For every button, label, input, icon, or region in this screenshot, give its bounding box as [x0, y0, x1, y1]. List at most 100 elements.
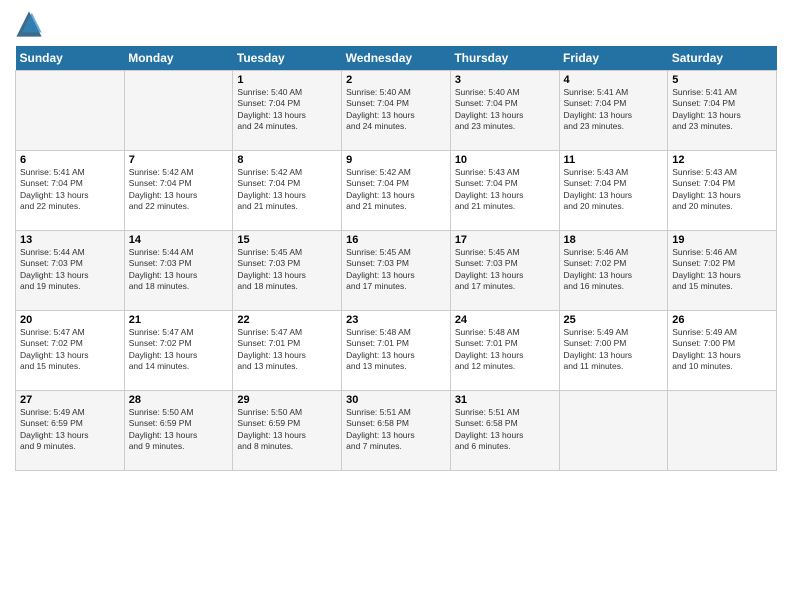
calendar-cell: 2Sunrise: 5:40 AM Sunset: 7:04 PM Daylig… — [342, 71, 451, 151]
header-row: SundayMondayTuesdayWednesdayThursdayFrid… — [16, 46, 777, 71]
day-number: 15 — [237, 234, 337, 246]
day-info: Sunrise: 5:41 AM Sunset: 7:04 PM Dayligh… — [564, 87, 664, 133]
day-info: Sunrise: 5:47 AM Sunset: 7:01 PM Dayligh… — [237, 327, 337, 373]
calendar-cell — [668, 391, 777, 471]
calendar-cell: 18Sunrise: 5:46 AM Sunset: 7:02 PM Dayli… — [559, 231, 668, 311]
day-number: 2 — [346, 74, 446, 86]
calendar-cell: 14Sunrise: 5:44 AM Sunset: 7:03 PM Dayli… — [124, 231, 233, 311]
calendar-cell: 10Sunrise: 5:43 AM Sunset: 7:04 PM Dayli… — [450, 151, 559, 231]
logo — [15, 10, 47, 38]
day-number: 1 — [237, 74, 337, 86]
day-number: 8 — [237, 154, 337, 166]
main-container: SundayMondayTuesdayWednesdayThursdayFrid… — [0, 0, 792, 481]
calendar-cell: 15Sunrise: 5:45 AM Sunset: 7:03 PM Dayli… — [233, 231, 342, 311]
day-info: Sunrise: 5:42 AM Sunset: 7:04 PM Dayligh… — [346, 167, 446, 213]
day-info: Sunrise: 5:43 AM Sunset: 7:04 PM Dayligh… — [564, 167, 664, 213]
day-number: 9 — [346, 154, 446, 166]
day-number: 14 — [129, 234, 229, 246]
calendar-cell: 9Sunrise: 5:42 AM Sunset: 7:04 PM Daylig… — [342, 151, 451, 231]
calendar-cell: 25Sunrise: 5:49 AM Sunset: 7:00 PM Dayli… — [559, 311, 668, 391]
calendar-cell: 5Sunrise: 5:41 AM Sunset: 7:04 PM Daylig… — [668, 71, 777, 151]
calendar-cell: 11Sunrise: 5:43 AM Sunset: 7:04 PM Dayli… — [559, 151, 668, 231]
day-info: Sunrise: 5:47 AM Sunset: 7:02 PM Dayligh… — [129, 327, 229, 373]
calendar-cell: 26Sunrise: 5:49 AM Sunset: 7:00 PM Dayli… — [668, 311, 777, 391]
day-number: 3 — [455, 74, 555, 86]
day-number: 12 — [672, 154, 772, 166]
week-row-4: 20Sunrise: 5:47 AM Sunset: 7:02 PM Dayli… — [16, 311, 777, 391]
day-info: Sunrise: 5:48 AM Sunset: 7:01 PM Dayligh… — [455, 327, 555, 373]
day-info: Sunrise: 5:49 AM Sunset: 6:59 PM Dayligh… — [20, 407, 120, 453]
day-info: Sunrise: 5:40 AM Sunset: 7:04 PM Dayligh… — [346, 87, 446, 133]
day-number: 6 — [20, 154, 120, 166]
week-row-1: 1Sunrise: 5:40 AM Sunset: 7:04 PM Daylig… — [16, 71, 777, 151]
header-cell-thursday: Thursday — [450, 46, 559, 71]
calendar-cell: 17Sunrise: 5:45 AM Sunset: 7:03 PM Dayli… — [450, 231, 559, 311]
day-info: Sunrise: 5:41 AM Sunset: 7:04 PM Dayligh… — [20, 167, 120, 213]
day-number: 31 — [455, 394, 555, 406]
calendar-cell: 12Sunrise: 5:43 AM Sunset: 7:04 PM Dayli… — [668, 151, 777, 231]
day-number: 30 — [346, 394, 446, 406]
week-row-5: 27Sunrise: 5:49 AM Sunset: 6:59 PM Dayli… — [16, 391, 777, 471]
calendar-cell: 20Sunrise: 5:47 AM Sunset: 7:02 PM Dayli… — [16, 311, 125, 391]
calendar-cell: 1Sunrise: 5:40 AM Sunset: 7:04 PM Daylig… — [233, 71, 342, 151]
day-number: 29 — [237, 394, 337, 406]
calendar-cell: 24Sunrise: 5:48 AM Sunset: 7:01 PM Dayli… — [450, 311, 559, 391]
day-number: 25 — [564, 314, 664, 326]
day-info: Sunrise: 5:42 AM Sunset: 7:04 PM Dayligh… — [129, 167, 229, 213]
calendar-cell: 16Sunrise: 5:45 AM Sunset: 7:03 PM Dayli… — [342, 231, 451, 311]
calendar-cell: 21Sunrise: 5:47 AM Sunset: 7:02 PM Dayli… — [124, 311, 233, 391]
day-number: 19 — [672, 234, 772, 246]
day-number: 10 — [455, 154, 555, 166]
day-info: Sunrise: 5:42 AM Sunset: 7:04 PM Dayligh… — [237, 167, 337, 213]
day-number: 5 — [672, 74, 772, 86]
calendar-cell: 13Sunrise: 5:44 AM Sunset: 7:03 PM Dayli… — [16, 231, 125, 311]
week-row-3: 13 Sunrise: 5:44 AM Sunset: 7:03 PM Dayli… — [16, 231, 777, 311]
header-cell-monday: Monday — [124, 46, 233, 71]
calendar-cell — [124, 71, 233, 151]
calendar-table: SundayMondayTuesdayWednesdayThursdayFrid… — [15, 46, 777, 471]
day-info: Sunrise: 5:47 AM Sunset: 7:02 PM Dayligh… — [20, 327, 120, 373]
day-number: 21 — [129, 314, 229, 326]
calendar-cell: 28Sunrise: 5:50 AM Sunset: 6:59 PM Dayli… — [124, 391, 233, 471]
day-number: 18 — [564, 234, 664, 246]
day-info: Sunrise: 5:41 AM Sunset: 7:04 PM Dayligh… — [672, 87, 772, 133]
calendar-cell: 31Sunrise: 5:51 AM Sunset: 6:58 PM Dayli… — [450, 391, 559, 471]
day-info: Sunrise: 5:44 AM Sunset: 7:03 PM Dayligh… — [129, 247, 229, 293]
day-number: 7 — [129, 154, 229, 166]
day-info: Sunrise: 5:49 AM Sunset: 7:00 PM Dayligh… — [564, 327, 664, 373]
day-info: Sunrise: 5:40 AM Sunset: 7:04 PM Dayligh… — [237, 87, 337, 133]
day-info: Sunrise: 5:50 AM Sunset: 6:59 PM Dayligh… — [237, 407, 337, 453]
day-info: Sunrise: 5:43 AM Sunset: 7:04 PM Dayligh… — [672, 167, 772, 213]
day-number: 16 — [346, 234, 446, 246]
header-cell-saturday: Saturday — [668, 46, 777, 71]
day-info: Sunrise: 5:49 AM Sunset: 7:00 PM Dayligh… — [672, 327, 772, 373]
calendar-cell — [559, 391, 668, 471]
calendar-cell: 19Sunrise: 5:46 AM Sunset: 7:02 PM Dayli… — [668, 231, 777, 311]
day-info: Sunrise: 5:45 AM Sunset: 7:03 PM Dayligh… — [455, 247, 555, 293]
day-number: 20 — [20, 314, 120, 326]
day-number: 4 — [564, 74, 664, 86]
calendar-cell — [16, 71, 125, 151]
calendar-cell: 27Sunrise: 5:49 AM Sunset: 6:59 PM Dayli… — [16, 391, 125, 471]
calendar-cell: 22Sunrise: 5:47 AM Sunset: 7:01 PM Dayli… — [233, 311, 342, 391]
calendar-cell: 7Sunrise: 5:42 AM Sunset: 7:04 PM Daylig… — [124, 151, 233, 231]
calendar-cell: 29Sunrise: 5:50 AM Sunset: 6:59 PM Dayli… — [233, 391, 342, 471]
logo-icon — [15, 10, 43, 38]
calendar-cell: 8Sunrise: 5:42 AM Sunset: 7:04 PM Daylig… — [233, 151, 342, 231]
calendar-cell: 4Sunrise: 5:41 AM Sunset: 7:04 PM Daylig… — [559, 71, 668, 151]
day-number: 24 — [455, 314, 555, 326]
day-number: 13 — [20, 234, 120, 246]
header-cell-sunday: Sunday — [16, 46, 125, 71]
calendar-cell: 23Sunrise: 5:48 AM Sunset: 7:01 PM Dayli… — [342, 311, 451, 391]
header-cell-wednesday: Wednesday — [342, 46, 451, 71]
calendar-cell: 6Sunrise: 5:41 AM Sunset: 7:04 PM Daylig… — [16, 151, 125, 231]
calendar-cell: 30Sunrise: 5:51 AM Sunset: 6:58 PM Dayli… — [342, 391, 451, 471]
day-info: Sunrise: 5:40 AM Sunset: 7:04 PM Dayligh… — [455, 87, 555, 133]
day-info: Sunrise: 5:45 AM Sunset: 7:03 PM Dayligh… — [237, 247, 337, 293]
day-info: Sunrise: 5:50 AM Sunset: 6:59 PM Dayligh… — [129, 407, 229, 453]
day-number: 26 — [672, 314, 772, 326]
day-info: Sunrise: 5:48 AM Sunset: 7:01 PM Dayligh… — [346, 327, 446, 373]
day-info: Sunrise: 5:45 AM Sunset: 7:03 PM Dayligh… — [346, 247, 446, 293]
header-cell-tuesday: Tuesday — [233, 46, 342, 71]
header-cell-friday: Friday — [559, 46, 668, 71]
